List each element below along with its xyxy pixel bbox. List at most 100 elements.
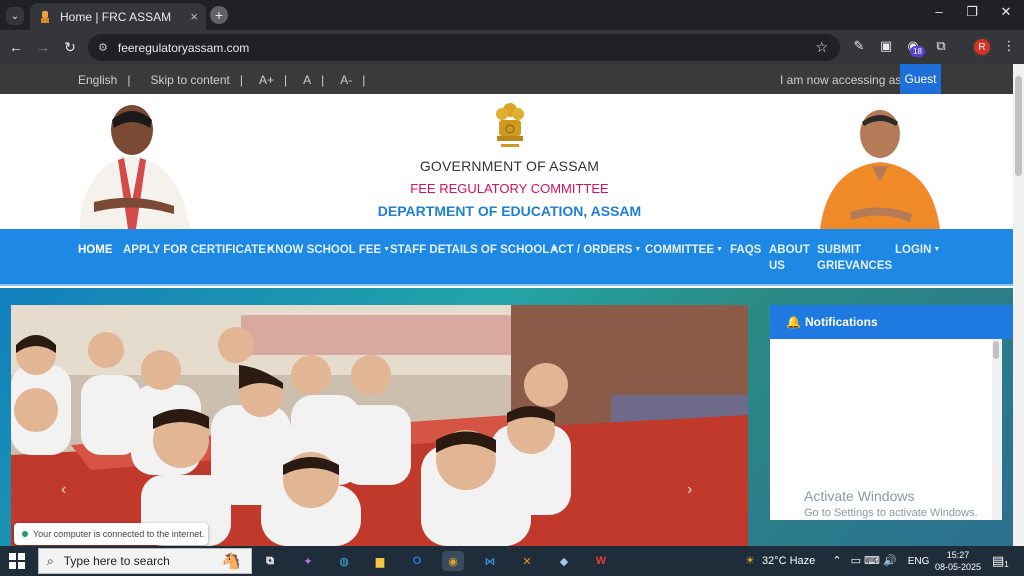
frc-favicon-icon — [38, 10, 52, 24]
government-title: GOVERNMENT OF ASSAM — [419, 158, 600, 174]
nav-act-orders[interactable]: ACT / ORDERS ▼ — [550, 242, 641, 258]
extensions-puzzle-icon[interactable]: ⧉ — [932, 38, 950, 54]
browser-tab-strip: ⌄ Home | FRC ASSAM × + – ❐ ✕ — [0, 0, 1024, 30]
classroom-photo — [11, 305, 748, 546]
camera-icon[interactable]: ▣ — [877, 38, 895, 54]
site-info-icon[interactable]: ⚙ — [98, 41, 108, 54]
app-icon[interactable]: ◆ — [553, 551, 575, 571]
carousel-next-icon[interactable]: › — [687, 481, 692, 499]
font-decrease-link[interactable]: A- — [340, 73, 352, 87]
activate-windows-subtext: Go to Settings to activate Windows. — [804, 507, 978, 519]
system-tray: ☀ 32°C Haze ⌃ ▭ ⌨ 🔊 ENG — [745, 554, 929, 567]
weather-icon: ☀ — [745, 555, 755, 567]
nav-faqs[interactable]: FAQS — [730, 242, 761, 258]
chevron-up-icon[interactable]: ⌃ — [832, 555, 841, 567]
connected-status-icon — [22, 531, 28, 537]
nav-label: ACT / ORDERS — [550, 244, 633, 256]
browser-tab[interactable]: Home | FRC ASSAM × — [30, 3, 206, 30]
taskbar-clock[interactable]: 15:27 08-05-2025 — [935, 549, 981, 573]
xampp-icon[interactable]: ✕ — [516, 551, 538, 571]
notification-count: 1 — [1004, 560, 1009, 569]
windows-start-icon[interactable] — [8, 552, 26, 570]
menu-kebab-icon[interactable]: ⋮ — [1000, 38, 1018, 54]
nav-label: LOGIN — [895, 244, 932, 256]
skip-content-link[interactable]: Skip to content — [150, 73, 229, 87]
accessing-label: I am now accessing as : — [780, 73, 909, 87]
copilot-icon[interactable]: ✦ — [297, 551, 319, 571]
nav-committee[interactable]: COMMITTEE ▼ — [645, 242, 723, 258]
department-title: DEPARTMENT OF EDUCATION, ASSAM — [377, 203, 642, 219]
forward-icon[interactable]: → — [34, 39, 52, 55]
close-window-button[interactable]: ✕ — [991, 4, 1021, 20]
activate-windows-watermark: Activate Windows — [804, 488, 915, 504]
font-normal-link[interactable]: A — [303, 73, 311, 87]
nav-staff-details[interactable]: STAFF DETAILS OF SCHOOL ▼ — [390, 242, 558, 258]
wps-icon[interactable]: W — [590, 551, 612, 571]
eyedropper-icon[interactable]: ✎ — [850, 38, 868, 54]
language-link[interactable]: English — [78, 73, 117, 87]
tab-close-icon[interactable]: × — [190, 9, 198, 24]
notifications-title: Notifications — [804, 315, 878, 329]
vscode-icon[interactable]: ⋈ — [479, 551, 501, 571]
url-text: feeregulatoryassam.com — [117, 40, 250, 55]
tray-icons[interactable]: ▭ ⌨ 🔊 — [851, 555, 897, 567]
page-scrollbar[interactable] — [1013, 64, 1024, 546]
nav-know-school-fee[interactable]: KNOW SCHOOL FEE ▼ — [267, 242, 390, 258]
separator: | — [284, 73, 288, 87]
chrome-icon[interactable]: ◉ — [442, 551, 464, 571]
minimize-button[interactable]: – — [924, 4, 954, 19]
nav-label: ABOUT US — [769, 244, 810, 272]
search-placeholder: Type here to search — [63, 554, 170, 568]
address-bar[interactable]: ⚙ feeregulatoryassam.com ☆ — [88, 34, 840, 61]
carousel-prev-icon[interactable]: ‹ — [61, 481, 66, 499]
separator: | — [362, 73, 366, 87]
nav-about-us[interactable]: ABOUT US — [769, 242, 810, 274]
font-increase-link[interactable]: A+ — [259, 73, 274, 87]
bell-icon: 🔔 — [786, 315, 801, 329]
nav-apply-certificate[interactable]: APPLY FOR CERTIFICATE ▼ — [123, 242, 275, 258]
header-banner: GOVERNMENT OF ASSAM FEE REGULATORY COMMI… — [0, 94, 1013, 229]
bookmark-star-icon[interactable]: ☆ — [815, 39, 828, 56]
taskbar-search-box[interactable]: ⌕ Type here to search 🐴 — [38, 548, 252, 574]
chevron-down-icon: ▼ — [716, 246, 723, 253]
page-viewport: English | Skip to content | A+ | A | A- … — [0, 64, 1024, 546]
network-toast: Your computer is connected to the intern… — [14, 523, 208, 545]
back-icon[interactable]: ← — [7, 39, 25, 55]
language-indicator[interactable]: ENG — [908, 556, 930, 567]
extension-badge: 18 — [910, 46, 925, 57]
nav-home[interactable]: HOME — [78, 242, 113, 258]
separator: | — [239, 73, 243, 87]
guest-user-button[interactable]: Guest — [900, 64, 941, 94]
search-icon: ⌕ — [47, 553, 54, 568]
chevron-down-icon: ▼ — [933, 246, 941, 253]
chevron-down-icon: ▼ — [634, 246, 642, 253]
tab-title: Home | FRC ASSAM — [60, 9, 172, 24]
scrollbar-thumb[interactable] — [1015, 76, 1022, 176]
file-explorer-icon[interactable]: ▆ — [369, 551, 391, 571]
task-view-icon[interactable]: ⧉ — [259, 551, 281, 571]
tab-search-button[interactable]: ⌄ — [6, 7, 24, 25]
scrollbar-thumb[interactable] — [993, 341, 999, 359]
nav-submit-grievances[interactable]: SUBMIT GRIEVANCES — [817, 242, 892, 274]
weather-text[interactable]: 32°C Haze — [762, 555, 815, 567]
notifications-scrollbar[interactable] — [992, 339, 1002, 520]
nav-label: SUBMIT GRIEVANCES — [817, 244, 893, 272]
toast-text: Your computer is connected to the intern… — [33, 529, 205, 539]
profile-avatar[interactable]: R — [972, 37, 992, 57]
nav-label: KNOW SCHOOL FEE — [267, 244, 382, 256]
outlook-icon[interactable]: O — [406, 551, 428, 571]
notification-center-icon[interactable]: ▤1 — [992, 553, 1009, 569]
new-tab-button[interactable]: + — [210, 6, 228, 24]
reload-icon[interactable]: ↻ — [61, 39, 79, 56]
clock-time: 15:27 — [946, 550, 970, 560]
windows-taskbar: ⌕ Type here to search 🐴 ⧉ ✦ ◍ ▆ O ◉ ⋈ ✕ … — [0, 546, 1024, 576]
edge-icon[interactable]: ◍ — [333, 551, 355, 571]
nav-login[interactable]: LOGIN ▼ — [895, 242, 940, 258]
nav-label: HOME — [78, 244, 113, 256]
hero-carousel: ‹ › — [11, 305, 748, 546]
separator: | — [321, 73, 325, 87]
nav-label: FAQS — [730, 244, 762, 256]
clock-date: 08-05-2025 — [935, 562, 982, 572]
maximize-button[interactable]: ❐ — [957, 4, 987, 20]
browser-toolbar: ← → ↻ ⚙ feeregulatoryassam.com ☆ ✎ ▣ ◉ 1… — [0, 30, 1024, 64]
